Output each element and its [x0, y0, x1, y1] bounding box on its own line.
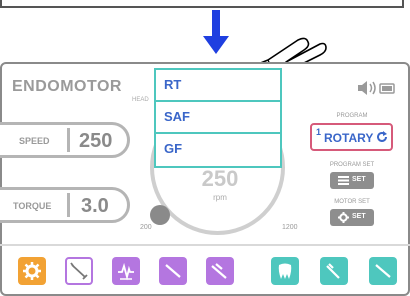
down-arrow-head: [203, 36, 229, 54]
torque-label: TORQUE: [13, 201, 52, 211]
program-name: ROTARY: [324, 131, 374, 145]
handpiece-icon: [70, 262, 88, 280]
speed-divider: [67, 128, 70, 152]
dial-min-label: 200: [140, 224, 152, 231]
menu-item-rt[interactable]: RT: [156, 70, 280, 102]
speed-control[interactable]: SPEED 250: [0, 122, 130, 158]
ecg-icon: [118, 262, 134, 281]
program-set-label: PROGRAM SET: [329, 162, 375, 168]
handpiece-button[interactable]: [65, 257, 93, 285]
program-set-button[interactable]: SET: [330, 172, 374, 189]
torque-value: 3.0: [81, 195, 109, 217]
refresh-icon: [377, 131, 387, 142]
motor-set-button[interactable]: SET: [330, 209, 374, 226]
top-frame: [0, 0, 404, 8]
settings-button[interactable]: [18, 257, 46, 285]
motor-set-label: MOTOR SET: [334, 199, 370, 205]
dial-max-label: 1200: [282, 224, 298, 231]
list-icon: [338, 176, 349, 185]
dial-value: 250: [201, 166, 239, 191]
file-tool-icon: [375, 264, 391, 278]
speed-label: SPEED: [19, 136, 50, 146]
motor-set-button-label: SET: [352, 213, 366, 220]
program-selector[interactable]: 1 ROTARY: [310, 123, 393, 151]
file-system-dropdown: RT SAF GF: [154, 68, 282, 168]
speed-value: 250: [79, 130, 113, 152]
file-icon: [165, 264, 181, 278]
gear-icon: [338, 212, 349, 223]
menu-item-gf[interactable]: GF: [156, 134, 280, 166]
tool-icon: [326, 263, 340, 279]
tooth-icon: [278, 263, 292, 279]
program-number: 1: [316, 127, 322, 137]
speaker-icon[interactable]: [356, 80, 396, 96]
dial-knob[interactable]: [150, 205, 170, 225]
program-set-button-label: SET: [352, 176, 366, 183]
app-title: ENDOMOTOR: [12, 78, 122, 95]
file-pair-icon: [211, 263, 227, 279]
menu-item-saf[interactable]: SAF: [156, 102, 280, 134]
file-pair-button[interactable]: [206, 257, 234, 285]
file-button[interactable]: [159, 257, 187, 285]
down-arrow-icon: [212, 10, 220, 38]
apex-button[interactable]: [112, 257, 140, 285]
toolbar-divider: [0, 244, 410, 246]
dial-unit: rpm: [213, 193, 227, 202]
gear-icon: [23, 262, 41, 280]
torque-control[interactable]: TORQUE 3.0: [0, 187, 130, 223]
tooth-button[interactable]: [271, 257, 299, 285]
tool-button[interactable]: [320, 257, 348, 285]
file-tool-button[interactable]: [369, 257, 397, 285]
head-label: HEAD: [132, 97, 149, 103]
program-label: PROGRAM: [336, 113, 368, 119]
torque-divider: [67, 193, 70, 217]
